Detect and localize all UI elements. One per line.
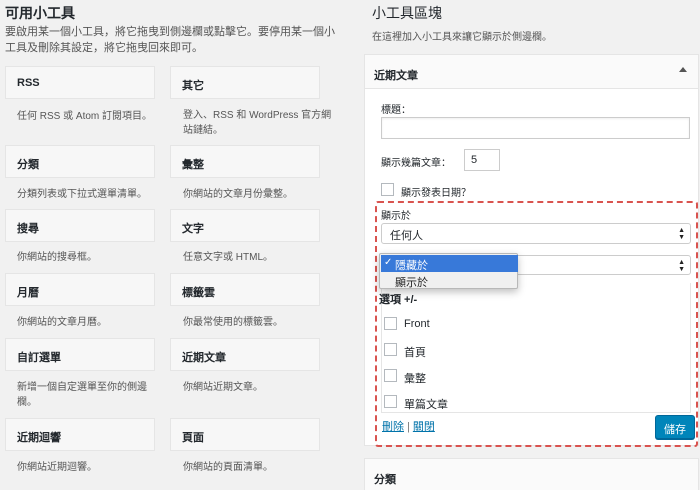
widget-desc: 分類列表或下拉式選單清單。: [17, 189, 147, 200]
widget-area-panel: 小工具區塊 在這裡加入小工具來讓它顯示於側邊欄。 近期文章 標題： 顯示幾篇文章…: [355, 0, 700, 490]
widget-area-desc: 在這裡加入小工具來讓它顯示於側邊欄。: [372, 32, 552, 43]
select-arrows-icon: ▲ ▼: [678, 259, 685, 273]
available-widgets-desc: 要啟用某一個小工具，將它拖曳到側邊欄或點擊它。要停用某一個小工具及刪除其設定，將…: [5, 26, 335, 54]
recent-posts-widget-panel: 近期文章 標題： 顯示幾篇文章： 5 顯示發表日期？ 顯示於 任何人 ▲ ▼ ▲ ▼…: [364, 54, 699, 447]
available-widgets-title: 可用小工具: [5, 5, 75, 21]
delete-link[interactable]: 刪除: [382, 421, 404, 433]
widget-calendar[interactable]: 月曆: [5, 273, 155, 306]
available-widgets-panel: 可用小工具 要啟用某一個小工具，將它拖曳到側邊欄或點擊它。要停用某一個小工具及刪…: [0, 0, 345, 490]
options-title[interactable]: 選項 +/-: [379, 291, 417, 307]
select-arrows-icon: ▲ ▼: [678, 227, 685, 241]
widget-name: 近期文章: [182, 352, 226, 364]
dropdown-option-show[interactable]: 顯示於: [381, 272, 518, 289]
widget-desc: 你網站的文章月份彙整。: [183, 189, 293, 200]
widget-desc: 你最常使用的標籤雲。: [183, 317, 283, 328]
option-label: 單篇文章: [404, 399, 448, 411]
widget-desc: 任何 RSS 或 Atom 訂閱項目。: [17, 111, 153, 122]
widget-name: 分類: [17, 159, 39, 171]
widget-desc: 你網站近期文章。: [183, 382, 263, 393]
widget-name: 其它: [182, 80, 204, 92]
option-checkbox-front[interactable]: [384, 317, 397, 330]
widget-name: 自訂選單: [17, 352, 61, 364]
show-date-checkbox[interactable]: [381, 183, 394, 196]
widget-pages[interactable]: 頁面: [170, 418, 320, 451]
title-input[interactable]: [381, 117, 690, 139]
display-audience-value: 任何人: [390, 230, 423, 242]
widget-desc: 你網站的文章月曆。: [17, 317, 107, 328]
visibility-dropdown-menu: ✓ 隱藏於 顯示於: [379, 253, 518, 289]
options-box: [381, 283, 691, 413]
title-label: 標題：: [381, 105, 411, 116]
widget-recent-comments[interactable]: 近期迴響: [5, 418, 155, 451]
widget-name: 文字: [182, 223, 204, 235]
categories-widget-header[interactable]: 分類: [364, 458, 699, 490]
widget-actions: 刪除 | 關閉: [382, 418, 435, 434]
option-label: Front: [404, 318, 430, 330]
widget-desc: 登入、RSS 和 WordPress 官方網站鏈結。: [183, 110, 332, 136]
widget-desc: 你網站的搜尋框。: [17, 252, 97, 263]
link-separator: |: [407, 421, 410, 433]
widget-name: 頁面: [182, 432, 204, 444]
post-count-label: 顯示幾篇文章：: [381, 158, 451, 169]
widget-header[interactable]: 近期文章: [365, 55, 698, 89]
option-label: 首頁: [404, 347, 426, 359]
widget-desc: 你網站的頁面清單。: [183, 462, 273, 473]
widget-name: RSS: [17, 77, 40, 89]
widget-name: 標籤雲: [182, 287, 215, 299]
widget-recent-posts[interactable]: 近期文章: [170, 338, 320, 371]
widget-custom-menu[interactable]: 自訂選單: [5, 338, 155, 371]
display-label: 顯示於: [381, 211, 411, 222]
widget-desc: 你網站近期迴響。: [17, 462, 97, 473]
widget-name: 月曆: [17, 287, 39, 299]
widget-text[interactable]: 文字: [170, 209, 320, 242]
dropdown-option-hide[interactable]: ✓ 隱藏於: [381, 255, 518, 272]
widget-name: 彙整: [182, 159, 204, 171]
close-link[interactable]: 關閉: [413, 421, 435, 433]
dropdown-option-label: 隱藏於: [395, 260, 428, 272]
collapse-arrow-icon[interactable]: [679, 67, 687, 72]
widget-area-title: 小工具區塊: [372, 5, 442, 21]
widget-header-title: 分類: [374, 474, 396, 486]
checkmark-icon: ✓: [384, 257, 393, 268]
widget-search[interactable]: 搜尋: [5, 209, 155, 242]
option-checkbox-archive[interactable]: [384, 369, 397, 382]
widget-categories[interactable]: 分類: [5, 145, 155, 178]
widget-desc: 新增一個自定選單至你的側邊欄。: [17, 382, 147, 408]
option-checkbox-single[interactable]: [384, 395, 397, 408]
save-button[interactable]: 儲存: [655, 415, 695, 439]
option-checkbox-home[interactable]: [384, 343, 397, 356]
option-label: 彙整: [404, 373, 426, 385]
widget-header-title: 近期文章: [374, 70, 418, 82]
widget-name: 近期迴響: [17, 432, 61, 444]
display-audience-select[interactable]: 任何人 ▲ ▼: [381, 223, 691, 244]
widget-rss[interactable]: RSS: [5, 66, 155, 99]
dropdown-option-label: 顯示於: [395, 277, 428, 289]
widget-name: 搜尋: [17, 223, 39, 235]
show-date-label: 顯示發表日期？: [401, 188, 471, 199]
widget-desc: 任意文字或 HTML。: [183, 252, 273, 263]
widget-tag-cloud[interactable]: 標籤雲: [170, 273, 320, 306]
widget-archives[interactable]: 彙整: [170, 145, 320, 178]
widget-meta[interactable]: 其它: [170, 66, 320, 99]
post-count-input[interactable]: 5: [464, 149, 500, 171]
